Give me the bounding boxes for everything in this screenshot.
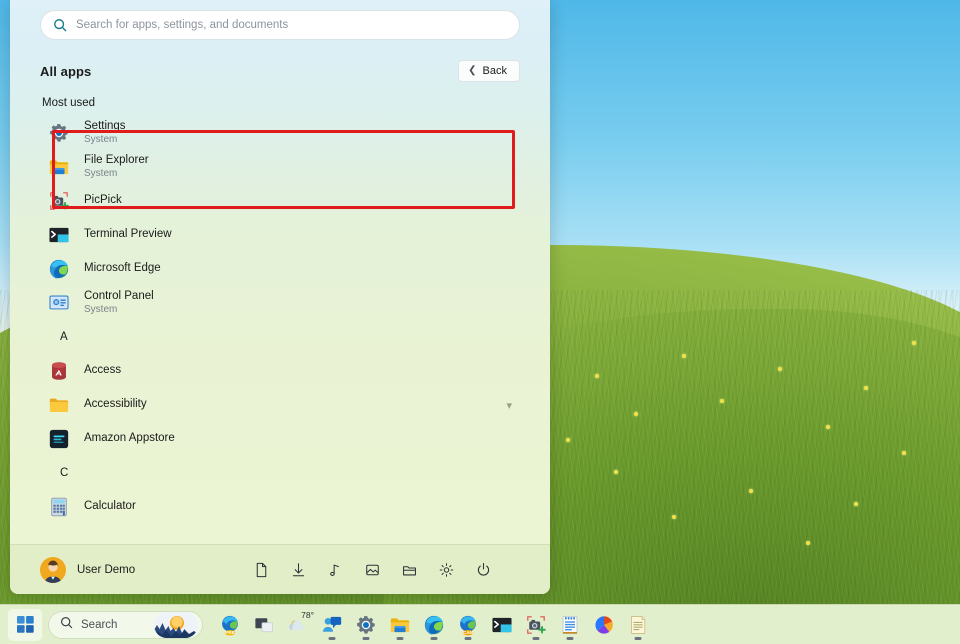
taskbar-item-chat-teams[interactable] bbox=[315, 608, 349, 642]
app-name-label: PicPick bbox=[84, 194, 122, 207]
taskbar: Search PRE 78° CAN bbox=[0, 604, 960, 644]
taskbar-item-terminal[interactable] bbox=[485, 608, 519, 642]
app-list-item[interactable]: Control PanelSystem bbox=[40, 286, 520, 320]
taskbar-search-box[interactable]: Search bbox=[48, 611, 203, 639]
folder-icon bbox=[48, 394, 70, 416]
calculator-icon bbox=[48, 496, 70, 518]
terminal-icon bbox=[48, 224, 70, 246]
start-menu-panel: All apps ❮ Back Most usedSettingsSystemF… bbox=[10, 0, 550, 594]
taskbar-item-sticky-notes[interactable] bbox=[621, 608, 655, 642]
search-icon bbox=[53, 18, 67, 32]
running-indicator bbox=[567, 637, 574, 640]
pictures-icon[interactable] bbox=[364, 561, 381, 578]
amazon-appstore-icon bbox=[48, 428, 70, 450]
back-button-label: Back bbox=[483, 65, 507, 77]
running-indicator bbox=[533, 637, 540, 640]
user-account-button[interactable]: User Demo bbox=[40, 557, 135, 583]
app-name-label: Accessibility bbox=[84, 398, 147, 411]
app-list-item[interactable]: Calculator bbox=[40, 490, 520, 524]
edge-icon bbox=[48, 258, 70, 280]
app-list-item[interactable]: Amazon Appstore bbox=[40, 422, 520, 456]
taskbar-item-task-view[interactable] bbox=[247, 608, 281, 642]
app-name-label: Microsoft Edge bbox=[84, 262, 161, 275]
app-list-item[interactable]: PicPick bbox=[40, 184, 520, 218]
chevron-down-icon[interactable]: ▾ bbox=[506, 399, 512, 412]
app-name-label: File Explorer bbox=[84, 154, 149, 167]
app-name-label: Control Panel bbox=[84, 290, 154, 303]
footer-quick-icons bbox=[253, 561, 520, 578]
windows-start-icon[interactable] bbox=[8, 609, 42, 641]
downloads-icon[interactable] bbox=[290, 561, 307, 578]
power-icon[interactable] bbox=[475, 561, 492, 578]
app-list-item[interactable]: File ExplorerSystem bbox=[40, 150, 520, 184]
taskbar-item-picpick-camera[interactable] bbox=[519, 608, 553, 642]
search-input[interactable] bbox=[76, 19, 507, 31]
running-indicator bbox=[465, 637, 472, 640]
running-indicator bbox=[635, 637, 642, 640]
app-sub-label: System bbox=[84, 168, 149, 180]
start-panel-footer: User Demo bbox=[10, 544, 550, 594]
app-name-label: Terminal Preview bbox=[84, 228, 172, 241]
screen: All apps ❮ Back Most usedSettingsSystemF… bbox=[0, 0, 960, 644]
taskbar-item-settings-gear[interactable] bbox=[349, 608, 383, 642]
all-apps-list[interactable]: Most usedSettingsSystemFile ExplorerSyst… bbox=[10, 94, 550, 544]
taskbar-item-office[interactable] bbox=[587, 608, 621, 642]
svg-text:CAN: CAN bbox=[463, 630, 473, 635]
svg-text:PRE: PRE bbox=[225, 630, 235, 636]
start-search-box[interactable] bbox=[40, 10, 520, 40]
control-panel-icon bbox=[48, 292, 70, 314]
back-button[interactable]: ❮ Back bbox=[458, 60, 520, 82]
taskbar-item-notepad[interactable] bbox=[553, 608, 587, 642]
app-list-item[interactable]: SettingsSystem bbox=[40, 116, 520, 150]
running-indicator bbox=[329, 637, 336, 640]
documents-icon[interactable] bbox=[253, 561, 270, 578]
taskbar-item-edge-canary[interactable]: CAN bbox=[451, 608, 485, 642]
taskbar-item-edge-preview[interactable]: PRE bbox=[213, 608, 247, 642]
app-name-label: Access bbox=[84, 364, 121, 377]
app-list-item[interactable]: Terminal Preview bbox=[40, 218, 520, 252]
section-label-most-used: Most used bbox=[40, 94, 520, 116]
app-sub-label: System bbox=[84, 134, 126, 146]
running-indicator bbox=[363, 637, 370, 640]
user-name-label: User Demo bbox=[77, 564, 135, 576]
chevron-left-icon: ❮ bbox=[468, 66, 476, 76]
videos-folder-icon[interactable] bbox=[401, 561, 418, 578]
app-name-label: Settings bbox=[84, 120, 126, 133]
picpick-camera-icon bbox=[48, 190, 70, 212]
microsoft-access-icon bbox=[48, 360, 70, 382]
letter-divider: C bbox=[40, 456, 520, 490]
letter-divider: A bbox=[40, 320, 520, 354]
music-icon[interactable] bbox=[327, 561, 344, 578]
folder-explorer-icon bbox=[48, 156, 70, 178]
page-title: All apps bbox=[40, 64, 91, 79]
taskbar-item-weather[interactable]: 78° bbox=[281, 608, 315, 642]
app-name-label: Calculator bbox=[84, 500, 136, 513]
taskbar-items: PRE 78° CAN bbox=[213, 608, 655, 642]
app-list-item[interactable]: Microsoft Edge bbox=[40, 252, 520, 286]
user-avatar-icon bbox=[40, 557, 66, 583]
app-sub-label: System bbox=[84, 304, 154, 316]
running-indicator bbox=[397, 637, 404, 640]
taskbar-item-edge[interactable] bbox=[417, 608, 451, 642]
start-panel-header: All apps ❮ Back bbox=[10, 40, 550, 82]
settings-gear-icon[interactable] bbox=[438, 561, 455, 578]
taskbar-search-label: Search bbox=[81, 619, 117, 631]
search-icon bbox=[60, 616, 73, 634]
app-list-item[interactable]: Accessibility ▾ bbox=[40, 388, 520, 422]
start-search-row bbox=[10, 0, 550, 40]
taskbar-item-file-explorer[interactable] bbox=[383, 608, 417, 642]
settings-gear-icon bbox=[48, 122, 70, 144]
sunset-landscape-thumbnail bbox=[154, 612, 198, 638]
weather-temperature-label: 78° bbox=[301, 610, 314, 620]
running-indicator bbox=[431, 637, 438, 640]
app-name-label: Amazon Appstore bbox=[84, 432, 175, 445]
app-list-item[interactable]: Access bbox=[40, 354, 520, 388]
